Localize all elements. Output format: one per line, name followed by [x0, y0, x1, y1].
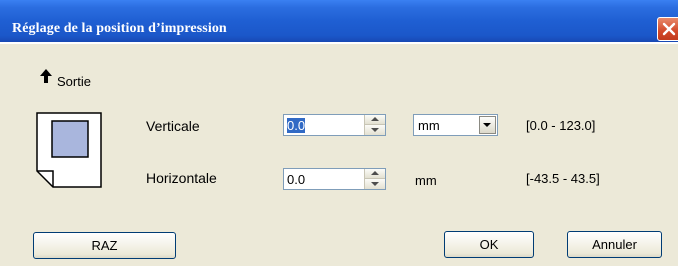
horizontal-label: Horizontale — [146, 170, 217, 186]
vertical-spin-down-button[interactable] — [365, 125, 385, 135]
output-label: Sortie — [57, 74, 91, 89]
spin-down-icon — [371, 128, 379, 132]
horizontal-spin-up-button[interactable] — [365, 169, 385, 179]
vertical-range-label: [0.0 - 123.0] — [526, 118, 596, 133]
vertical-spin-input[interactable]: 0.0 — [283, 114, 386, 136]
cancel-button[interactable]: Annuler — [567, 231, 662, 258]
spin-down-icon — [371, 182, 379, 186]
spin-up-icon — [371, 171, 379, 175]
ok-button[interactable]: OK — [444, 231, 534, 258]
horizontal-value[interactable]: 0.0 — [287, 172, 305, 187]
title-bar: Réglage de la position d’impression — [0, 0, 678, 44]
vertical-value[interactable]: 0.0 — [287, 118, 306, 133]
vertical-label: Verticale — [146, 118, 200, 134]
up-arrow-icon — [40, 69, 52, 83]
unit-select[interactable]: mm — [413, 114, 498, 136]
unit-select-value: mm — [418, 118, 440, 133]
reset-button[interactable]: RAZ — [33, 232, 176, 259]
horizontal-spinner[interactable] — [364, 169, 385, 189]
vertical-spinner[interactable] — [364, 115, 385, 135]
vertical-spin-up-button[interactable] — [365, 115, 385, 125]
horizontal-unit-label: mm — [415, 173, 437, 188]
spin-up-icon — [371, 117, 379, 121]
chevron-down-icon — [483, 123, 491, 127]
horizontal-spin-input[interactable]: 0.0 — [283, 168, 386, 190]
close-button[interactable] — [657, 17, 678, 41]
close-icon — [662, 22, 676, 36]
horizontal-range-label: [-43.5 - 43.5] — [526, 171, 600, 186]
horizontal-spin-down-button[interactable] — [365, 179, 385, 189]
paper-preview-icon — [36, 112, 102, 188]
unit-select-dropdown-button[interactable] — [479, 116, 496, 134]
window-title: Réglage de la position d’impression — [12, 21, 227, 36]
